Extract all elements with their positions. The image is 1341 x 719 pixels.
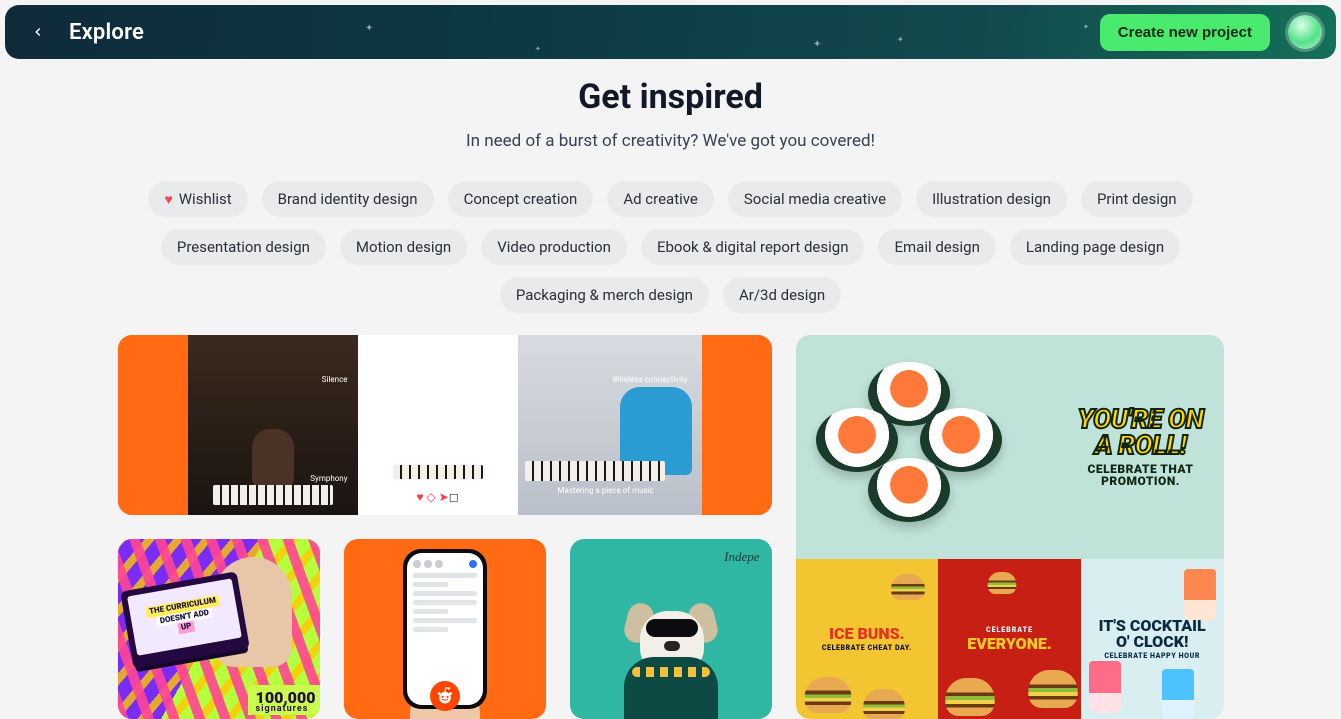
back-button[interactable] xyxy=(25,19,51,45)
filter-chip-row: ♥ Wishlist Brand identity design Concept cr… xyxy=(118,181,1224,313)
app-header: ✦ ✦ ✦ ✦ ✦ Explore Create new project xyxy=(5,5,1336,59)
chip-label: Wishlist xyxy=(179,190,232,208)
chip-label: Ar/3d design xyxy=(739,286,825,304)
label: CELEBRATE HAPPY HOUR xyxy=(1099,653,1206,660)
chip-label: Video production xyxy=(497,238,611,256)
chip-label: Social media creative xyxy=(744,190,886,208)
chevron-left-icon xyxy=(31,25,45,39)
chip-label: Concept creation xyxy=(464,190,578,208)
chip-label: Illustration design xyxy=(932,190,1051,208)
gallery: Silence Symphony Quality time Quality So… xyxy=(118,335,1224,719)
bookmark-icon: ◻ xyxy=(449,490,459,504)
filter-chip[interactable]: Print design xyxy=(1081,181,1193,217)
label: UP xyxy=(177,621,195,634)
gallery-card-piano[interactable]: Silence Symphony Quality time Quality So… xyxy=(118,335,772,515)
filter-chip[interactable]: Video production xyxy=(481,229,627,265)
food-headline: YOU'RE ON A ROLL! CELEBRATE THAT PROMOTI… xyxy=(1078,407,1204,487)
filter-chip[interactable]: Motion design xyxy=(340,229,467,265)
filter-chip[interactable]: Illustration design xyxy=(916,181,1067,217)
chip-label: Ad creative xyxy=(623,190,698,208)
chip-label: Presentation design xyxy=(177,238,310,256)
label: Quality Sound xyxy=(405,405,430,423)
label: O' CLOCK! xyxy=(1116,632,1188,651)
filter-chip[interactable]: Ar/3d design xyxy=(723,277,841,313)
label: Silence xyxy=(322,375,348,384)
gallery-card-food[interactable]: YOU'RE ON A ROLL! CELEBRATE THAT PROMOTI… xyxy=(796,335,1224,719)
avatar[interactable] xyxy=(1288,15,1322,49)
label: Mastering a piece of music xyxy=(558,486,654,495)
filter-chip[interactable]: Social media creative xyxy=(728,181,902,217)
filter-chip[interactable]: Landing page design xyxy=(1010,229,1180,265)
label: Quality time xyxy=(446,405,471,423)
label: CELEBRATE xyxy=(967,627,1051,634)
page-title: Explore xyxy=(69,20,144,45)
chip-label: Print design xyxy=(1097,190,1177,208)
chip-label: Packaging & merch design xyxy=(516,286,693,304)
label: Symphony xyxy=(310,474,347,483)
label: CELEBRATE CHEAT DAY. xyxy=(822,645,912,652)
like-icon: ♥ ◇ ➤ xyxy=(416,490,448,504)
filter-chip[interactable]: Presentation design xyxy=(161,229,326,265)
gallery-card-education[interactable]: THE CURRICULUM DOESN'T ADD UP 100,000 si… xyxy=(118,539,320,719)
label: ICE BUNS. xyxy=(829,624,904,643)
gallery-card-reddit[interactable] xyxy=(344,539,546,719)
filter-chip[interactable]: Packaging & merch design xyxy=(500,277,709,313)
chip-label: Landing page design xyxy=(1026,238,1164,256)
chip-label: Ebook & digital report design xyxy=(657,238,849,256)
filter-chip[interactable]: Ad creative xyxy=(607,181,714,217)
hero-subtitle: In need of a burst of creativity? We've … xyxy=(0,131,1341,151)
filter-chip[interactable]: Concept creation xyxy=(448,181,594,217)
filter-chip[interactable]: Brand identity design xyxy=(262,181,434,217)
reddit-icon xyxy=(430,681,460,711)
hero-title: Get inspired xyxy=(0,77,1341,117)
filter-chip[interactable]: Ebook & digital report design xyxy=(641,229,865,265)
hero: Get inspired In need of a burst of creat… xyxy=(0,59,1341,159)
heart-icon: ♥ xyxy=(164,191,172,208)
label: signatures xyxy=(256,705,316,713)
label: 100,000 xyxy=(256,688,316,707)
chip-label: Email design xyxy=(894,238,979,256)
gallery-card-dog[interactable]: Indepe xyxy=(570,539,772,719)
label: Wireless connectivity xyxy=(612,375,687,384)
filter-chip[interactable]: Email design xyxy=(878,229,995,265)
create-project-button[interactable]: Create new project xyxy=(1100,14,1270,51)
filter-chip[interactable]: ♥ Wishlist xyxy=(148,181,247,217)
chip-label: Brand identity design xyxy=(278,190,418,208)
brand-label: Indepe xyxy=(724,549,759,565)
label: EVERYONE. xyxy=(967,634,1051,653)
chip-label: Motion design xyxy=(356,238,451,256)
